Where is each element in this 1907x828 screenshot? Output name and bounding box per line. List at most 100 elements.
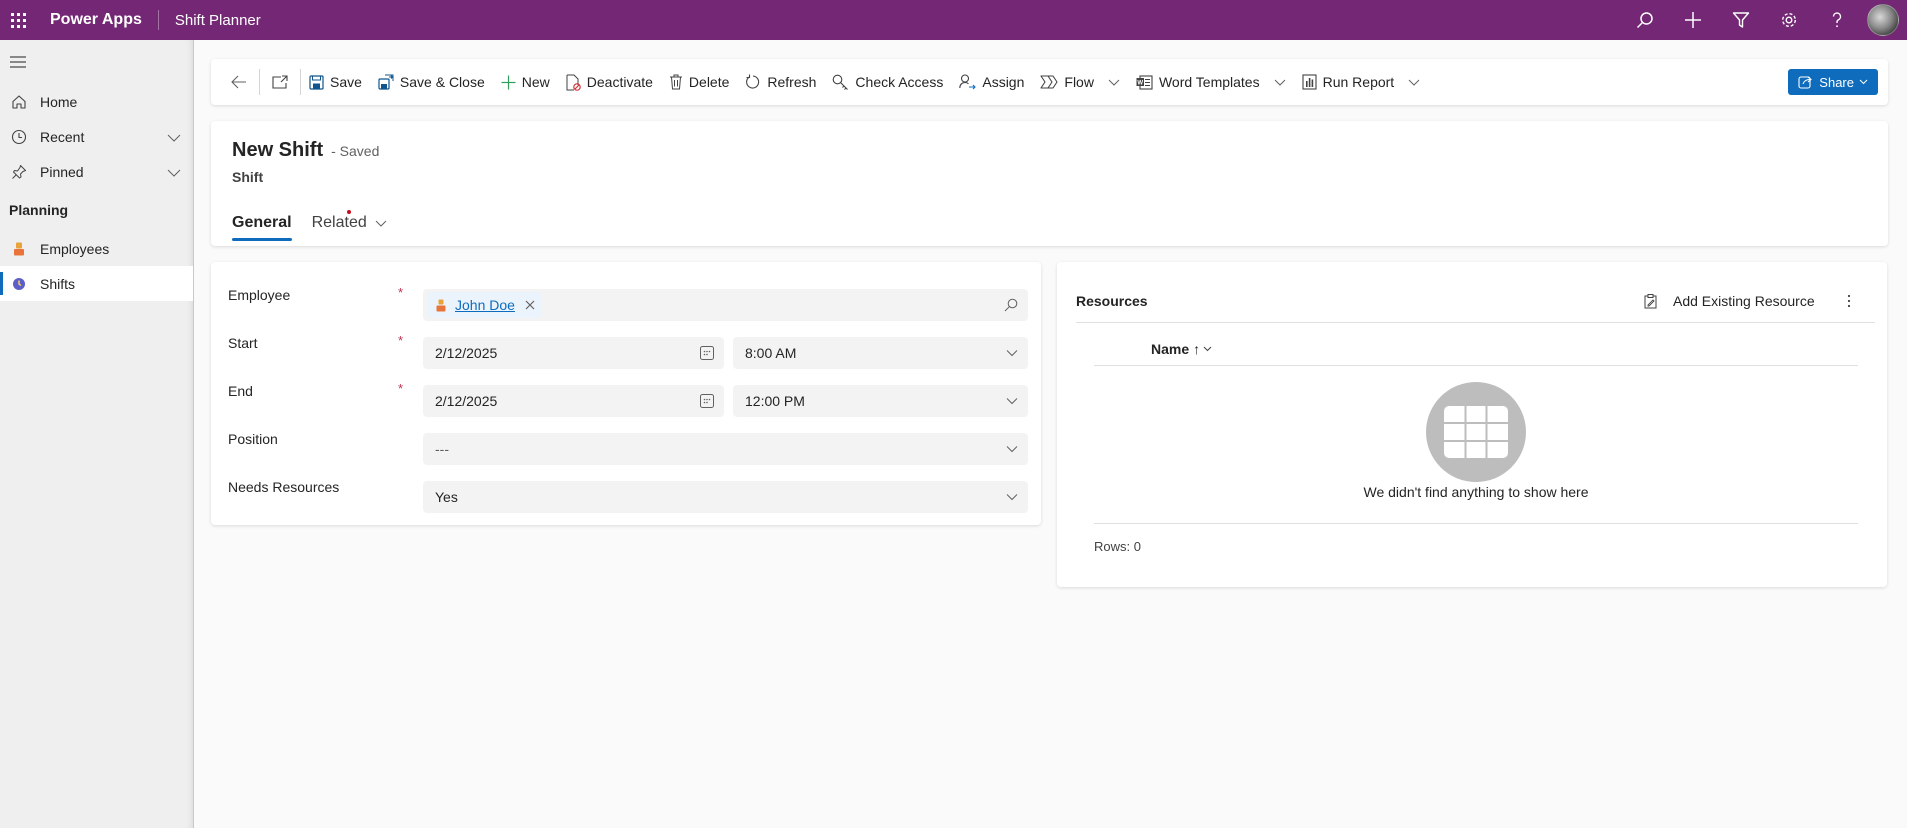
- general-section: Employee * John Doe Start * 2/12/2025 8:…: [211, 262, 1041, 525]
- flow-icon: [1040, 75, 1058, 89]
- sidebar-item-label: Pinned: [40, 163, 84, 180]
- shift-icon: [10, 277, 28, 291]
- sidebar-item-recent[interactable]: Recent: [0, 119, 193, 154]
- plus-icon: [501, 75, 516, 90]
- search-button[interactable]: [1621, 0, 1669, 40]
- save-button[interactable]: Save: [301, 59, 370, 105]
- chevron-down-icon[interactable]: [1274, 79, 1286, 86]
- delete-icon: [669, 74, 683, 90]
- empty-grid-icon: [1426, 382, 1526, 482]
- field-position: Position ---: [228, 429, 1028, 465]
- position-select[interactable]: ---: [423, 433, 1028, 465]
- check-access-label: Check Access: [855, 74, 944, 90]
- save-label: Save: [330, 74, 362, 90]
- more-commands-button[interactable]: [1837, 286, 1861, 316]
- start-date-input[interactable]: 2/12/2025: [423, 337, 724, 369]
- hamburger-icon: [10, 56, 26, 68]
- entity-name: Shift: [232, 169, 264, 185]
- record-title: New Shift: [232, 139, 324, 161]
- sidebar-item-pinned[interactable]: Pinned: [0, 154, 193, 189]
- chevron-down-icon[interactable]: [1108, 79, 1120, 86]
- tab-related[interactable]: Related: [312, 203, 387, 243]
- open-in-new-window-button[interactable]: [260, 59, 300, 105]
- close-icon: [525, 300, 535, 310]
- sidebar-item-label: Employees: [40, 240, 110, 257]
- chevron-down-icon[interactable]: [167, 164, 181, 180]
- add-existing-resource-button[interactable]: Add Existing Resource: [1644, 286, 1815, 316]
- help-button[interactable]: [1813, 0, 1861, 40]
- settings-button[interactable]: [1765, 0, 1813, 40]
- save-icon: [309, 74, 324, 90]
- back-button[interactable]: [219, 59, 259, 105]
- new-button[interactable]: New: [493, 59, 558, 105]
- deactivate-button[interactable]: Deactivate: [558, 59, 661, 105]
- employee-icon: [435, 299, 447, 312]
- start-time-select[interactable]: 8:00 AM: [733, 337, 1028, 369]
- employee-lookup-input[interactable]: John Doe: [423, 289, 1028, 321]
- tab-general[interactable]: General: [232, 203, 292, 243]
- save-status: - Saved: [331, 143, 380, 159]
- calendar-icon[interactable]: [700, 346, 714, 360]
- save-and-close-button[interactable]: Save & Close: [370, 59, 493, 105]
- word-templates-button[interactable]: W Word Templates: [1128, 59, 1294, 105]
- settings-icon: [1781, 12, 1797, 28]
- tab-label: General: [232, 214, 292, 231]
- flow-label: Flow: [1064, 74, 1094, 90]
- remove-value-button[interactable]: [525, 300, 535, 310]
- sidebar-item-home[interactable]: Home: [0, 84, 193, 119]
- sidebar-item-label: Recent: [40, 128, 85, 145]
- chevron-down-icon: [1859, 79, 1868, 85]
- app-name[interactable]: Power Apps: [50, 11, 142, 29]
- clock-icon: [10, 129, 28, 145]
- column-header-label: Name: [1151, 341, 1190, 357]
- empty-message: We didn't find anything to show here: [1363, 484, 1589, 500]
- refresh-icon: [745, 74, 761, 90]
- help-icon: [1832, 12, 1842, 28]
- chevron-down-icon: [1006, 446, 1018, 453]
- user-avatar[interactable]: [1867, 4, 1899, 36]
- column-header-name[interactable]: Name ↑: [1151, 334, 1212, 364]
- field-label: Needs Resources: [228, 479, 340, 495]
- chevron-down-icon[interactable]: [1408, 79, 1420, 86]
- needs-resources-value: Yes: [435, 489, 458, 505]
- back-arrow-icon: [231, 75, 246, 89]
- end-date-input[interactable]: 2/12/2025: [423, 385, 724, 417]
- app-title[interactable]: Shift Planner: [175, 12, 261, 29]
- run-report-button[interactable]: Run Report: [1294, 59, 1429, 105]
- flow-button[interactable]: Flow: [1032, 59, 1128, 105]
- calendar-icon[interactable]: [700, 394, 714, 408]
- filter-button[interactable]: [1717, 0, 1765, 40]
- share-button[interactable]: Share: [1788, 69, 1878, 95]
- required-marker: *: [398, 333, 404, 348]
- refresh-button[interactable]: Refresh: [737, 59, 824, 105]
- delete-button[interactable]: Delete: [661, 59, 737, 105]
- assign-button[interactable]: Assign: [951, 59, 1032, 105]
- add-existing-label: Add Existing Resource: [1673, 293, 1815, 309]
- chevron-down-icon: [375, 220, 387, 227]
- field-start: Start * 2/12/2025 8:00 AM: [228, 333, 1028, 369]
- field-needs-resources: Needs Resources Yes: [228, 477, 1028, 513]
- sidebar-item-employees[interactable]: Employees: [0, 231, 193, 266]
- notification-dot: [346, 210, 351, 214]
- search-icon[interactable]: [1004, 298, 1018, 312]
- empty-state: We didn't find anything to show here: [1094, 382, 1858, 500]
- collapse-nav-button[interactable]: [0, 40, 193, 84]
- needs-resources-select[interactable]: Yes: [423, 481, 1028, 513]
- chevron-down-icon: [1203, 346, 1212, 352]
- check-access-button[interactable]: Check Access: [824, 59, 951, 105]
- resources-subgrid: Resources Add Existing Resource Name ↑ W…: [1057, 262, 1887, 587]
- save-close-label: Save & Close: [399, 74, 485, 90]
- field-label: End: [228, 383, 253, 399]
- new-button[interactable]: [1669, 0, 1717, 40]
- position-value: ---: [435, 441, 449, 457]
- chevron-down-icon: [1006, 350, 1018, 357]
- chevron-down-icon[interactable]: [167, 129, 181, 145]
- employee-link[interactable]: John Doe: [455, 297, 515, 313]
- required-marker: *: [398, 285, 404, 300]
- app-launcher-button[interactable]: [0, 0, 36, 40]
- search-icon: [1636, 12, 1653, 29]
- end-date-value: 2/12/2025: [435, 393, 498, 409]
- sidebar-item-shifts[interactable]: Shifts: [0, 266, 193, 301]
- end-time-select[interactable]: 12:00 PM: [733, 385, 1028, 417]
- employee-icon: [10, 242, 28, 256]
